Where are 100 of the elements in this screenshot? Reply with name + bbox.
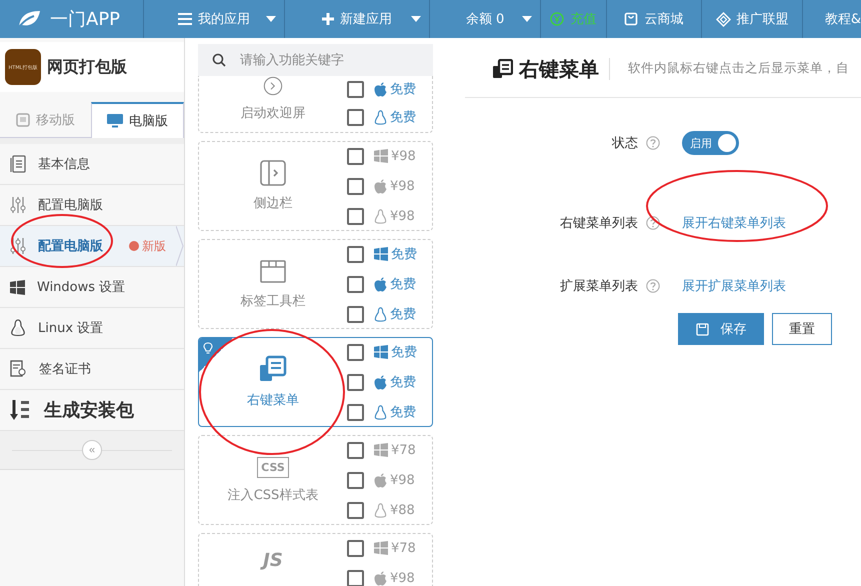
price-label: 免费 — [390, 109, 416, 126]
checkbox[interactable] — [347, 442, 364, 458]
checkbox[interactable] — [347, 404, 364, 420]
price-label: 免费 — [390, 276, 416, 293]
sidebar-item[interactable]: Windows 设置 — [0, 267, 184, 308]
certificate-icon — [10, 360, 27, 378]
windows-icon — [374, 541, 388, 555]
apple-icon — [374, 570, 387, 586]
list-icon — [178, 13, 192, 25]
checkbox[interactable] — [347, 502, 364, 518]
nav-menu-item[interactable]: 推广联盟 — [702, 0, 803, 38]
penguin-icon — [374, 208, 387, 224]
penguin-icon — [374, 306, 387, 322]
field-label: 扩展菜单列表 — [560, 278, 638, 294]
tablet-icon — [16, 112, 30, 126]
price-label: 免费 — [391, 246, 417, 263]
feature-card[interactable]: 右键菜单 免费 免费 免费 — [198, 337, 433, 427]
code-file-icon: CSS — [257, 456, 289, 478]
windows-icon — [10, 280, 25, 294]
checkbox[interactable] — [347, 540, 364, 556]
sliders-icon — [10, 237, 26, 255]
expand-link[interactable]: 展开右键菜单列表 — [682, 216, 786, 230]
apple-icon — [374, 472, 387, 488]
apple-icon — [374, 276, 387, 292]
price-label: 免费 — [390, 306, 416, 323]
download-binary-icon — [10, 399, 32, 421]
price-label: ¥98 — [390, 178, 415, 194]
checkbox[interactable] — [347, 80, 364, 98]
price-label: 免费 — [390, 404, 416, 421]
checkbox[interactable] — [347, 374, 364, 390]
field-label: 状态 — [612, 135, 638, 152]
feature-name: 注入CSS样式表 — [228, 486, 318, 504]
search-icon — [212, 53, 226, 67]
windows-icon — [374, 345, 388, 359]
monitor-icon — [107, 114, 123, 128]
sidebar-item[interactable]: 签名证书 — [0, 349, 184, 390]
nav-menu-item[interactable]: 余额 0 — [430, 0, 541, 38]
penguin-icon — [374, 110, 387, 124]
yen-circle-icon — [550, 12, 564, 26]
feature-card[interactable]: CSS 注入CSS样式表 ¥78 ¥98 ¥88 — [198, 435, 433, 525]
browser-tabs-icon — [260, 258, 286, 284]
new-badge: 新版 — [129, 238, 166, 254]
price-label: 免费 — [390, 81, 416, 98]
feature-name: 启动欢迎屏 — [240, 105, 306, 122]
bag-icon — [624, 12, 638, 26]
price-label: 免费 — [390, 374, 416, 391]
reset-button[interactable]: 重置 — [772, 313, 832, 345]
bulb-icon — [203, 342, 213, 354]
collapse-button[interactable]: « — [82, 440, 102, 460]
expand-link[interactable]: 展开扩展菜单列表 — [682, 278, 786, 294]
panel-title: 右键菜单 — [519, 58, 610, 80]
price-label: ¥98 — [390, 208, 415, 224]
nav-menu-item[interactable]: 教程& — [802, 0, 861, 38]
checkbox[interactable] — [347, 472, 364, 488]
windows-icon — [374, 149, 388, 163]
sidebar-item[interactable]: 基本信息 — [0, 144, 184, 185]
checkbox[interactable] — [347, 246, 364, 262]
feature-card[interactable]: 侧边栏 ¥98 ¥98 ¥98 — [198, 141, 433, 231]
sidebar-item[interactable]: Linux 设置 — [0, 308, 184, 349]
save-button[interactable]: 保存 — [678, 313, 764, 345]
price-label: ¥98 — [390, 472, 415, 488]
feature-card[interactable]: 启动欢迎屏 免费 免费 — [198, 76, 433, 133]
feature-name: 侧边栏 — [254, 195, 292, 212]
price-label: ¥88 — [390, 502, 415, 518]
leaf-icon — [16, 9, 42, 29]
plus-icon — [322, 13, 334, 25]
app-name: 网页打包版 — [47, 56, 127, 78]
price-label: ¥78 — [391, 540, 416, 556]
version-tab[interactable]: 电脑版 — [91, 102, 184, 138]
checkbox[interactable] — [347, 306, 364, 322]
checkbox[interactable] — [347, 208, 364, 224]
search-field[interactable]: 请输入功能关键字 — [198, 44, 433, 76]
checkbox[interactable] — [347, 344, 364, 360]
help-icon[interactable] — [646, 216, 660, 230]
feature-card[interactable]: JS ¥78 ¥98 — [198, 533, 433, 586]
context-menu-icon — [259, 355, 287, 383]
app-logo-text[interactable]: 一门APP — [50, 7, 120, 31]
version-tab[interactable]: 移动版 — [0, 102, 91, 137]
apple-icon — [374, 178, 387, 194]
price-label: ¥78 — [391, 442, 416, 458]
apple-icon — [374, 82, 387, 96]
penguin-icon — [374, 404, 387, 420]
field-label: 右键菜单列表 — [560, 214, 638, 232]
feature-name: 右键菜单 — [247, 392, 299, 409]
apple-icon — [374, 374, 387, 390]
checkbox[interactable] — [347, 570, 364, 586]
checkbox[interactable] — [347, 178, 364, 194]
nav-menu-item[interactable]: 新建应用 — [284, 0, 430, 38]
diamond-icon — [716, 12, 731, 26]
checkbox[interactable] — [347, 276, 364, 292]
sidebar-item[interactable]: 配置电脑版 新版 — [0, 226, 184, 267]
checkbox[interactable] — [347, 148, 364, 164]
price-label: 免费 — [391, 344, 417, 361]
nav-menu-item[interactable]: 云商城 — [606, 0, 702, 38]
feature-card[interactable]: 标签工具栏 免费 免费 免费 — [198, 239, 433, 329]
checkbox[interactable] — [347, 108, 364, 126]
panel-description: 软件内鼠标右键点击之后显示菜单，自 — [628, 60, 849, 77]
sliders-icon — [10, 196, 26, 214]
price-label: ¥98 — [390, 570, 415, 586]
toggle-switch[interactable]: 启用 — [682, 131, 739, 155]
